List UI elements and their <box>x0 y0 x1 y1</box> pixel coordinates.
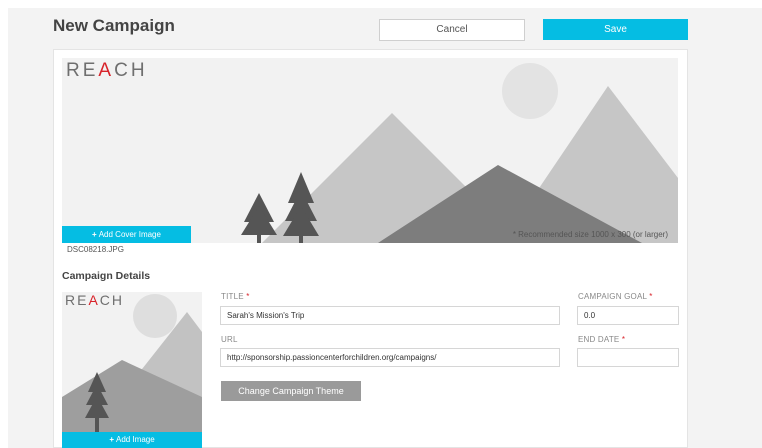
cover-image: REACH * Recommended size 1000 x 300 (or … <box>62 58 678 243</box>
plus-icon: + <box>109 435 114 444</box>
save-button[interactable]: Save <box>543 19 688 40</box>
cancel-button[interactable]: Cancel <box>379 19 525 41</box>
add-cover-image-button[interactable]: + Add Cover Image <box>62 226 191 243</box>
sun-shape <box>133 294 177 338</box>
section-title: Campaign Details <box>62 270 151 282</box>
plus-icon: + <box>92 230 97 239</box>
reach-logo: REACH <box>65 292 125 308</box>
cover-filename: DSC08218.JPG <box>67 245 124 254</box>
url-input[interactable] <box>220 348 560 367</box>
recommended-size-note: * Recommended size 1000 x 300 (or larger… <box>512 230 668 239</box>
campaign-goal-label: CAMPAIGN GOAL * <box>578 292 653 301</box>
url-label: URL <box>221 335 238 344</box>
campaign-goal-input[interactable] <box>577 306 679 325</box>
title-input[interactable] <box>220 306 560 325</box>
end-date-input[interactable] <box>577 348 679 367</box>
sun-shape <box>502 63 558 119</box>
reach-logo: REACH <box>66 60 148 81</box>
cover-illustration <box>241 63 678 243</box>
campaign-thumbnail: REACH <box>62 292 202 432</box>
end-date-label: END DATE * <box>578 335 626 344</box>
title-label: TITLE * <box>221 292 250 301</box>
change-theme-button[interactable]: Change Campaign Theme <box>221 381 361 401</box>
thumbnail-illustration <box>62 294 202 432</box>
page-title: New Campaign <box>53 16 175 35</box>
add-image-button[interactable]: + Add Image <box>62 432 202 448</box>
